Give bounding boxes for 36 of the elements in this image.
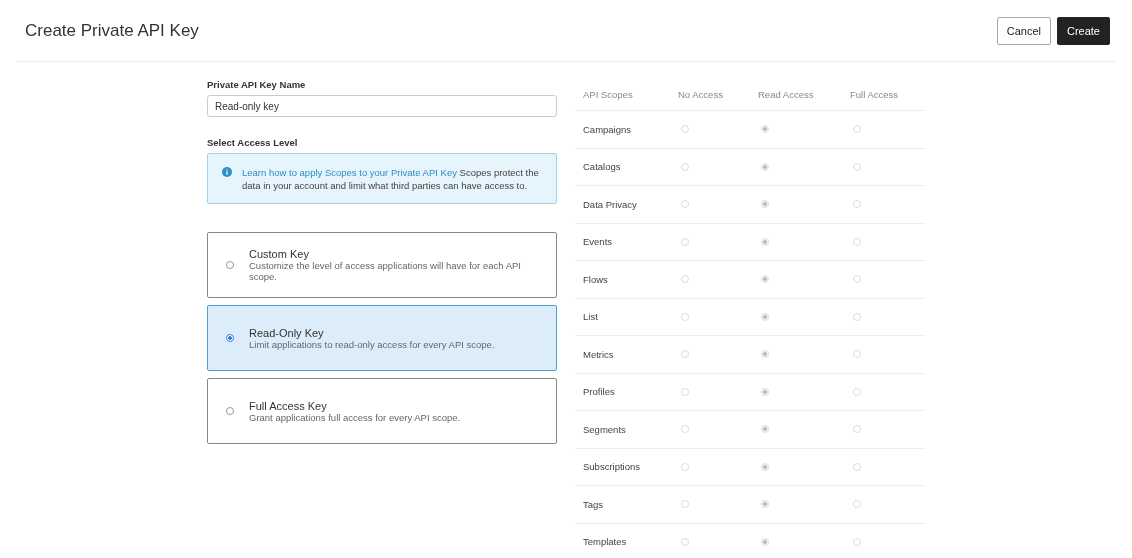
field-label: Private API Key Name — [207, 79, 307, 90]
radio-button[interactable] — [226, 407, 234, 415]
key-option-card[interactable]: Full Access Key Grant applications full access for every API scope. — [207, 378, 557, 444]
radio-button[interactable] — [226, 334, 234, 342]
scope-name: Metrics — [583, 348, 615, 360]
scope-name: Data Privacy — [583, 198, 638, 210]
scope-name: Subscriptions — [583, 461, 642, 473]
column-header: API Scopes — [583, 89, 634, 100]
scope-name: List — [583, 311, 599, 323]
cancel-button[interactable]: Cancel — [996, 16, 1051, 45]
option-description: Grant applications full access for every API scope. — [249, 411, 461, 423]
input-field[interactable]: Read-only key — [207, 95, 557, 117]
scope-name: Templates — [583, 536, 628, 548]
column-header: Full Access — [850, 89, 900, 100]
info-icon — [222, 167, 232, 177]
column-header: Read Access — [758, 89, 815, 100]
scope-name: Segments — [583, 423, 627, 435]
scope-name: Campaigns — [583, 123, 633, 135]
info-text: Learn how to apply Scopes to your Private API Key Scopes protect the data in your account and limit what third parties can have access to. — [242, 166, 540, 192]
scope-name: Events — [583, 236, 614, 248]
radio-button[interactable] — [226, 261, 234, 269]
scope-name: Profiles — [583, 386, 616, 398]
option-description: Customize the level of access applications will have for each API scope. — [249, 260, 522, 282]
option-title: Full Access Key — [249, 399, 328, 412]
scope-name: Tags — [583, 498, 605, 510]
option-title: Custom Key — [249, 248, 310, 260]
key-option-card[interactable]: Custom Key Customize the level of access applications will have for each API scope. — [207, 232, 557, 298]
section-label: Select Access Level — [207, 137, 299, 148]
option-description: Limit applications to read-only access for every API scope. — [249, 338, 495, 350]
create-button[interactable]: Create — [1056, 16, 1110, 45]
page-title: Create Private API Key — [25, 20, 199, 41]
column-header: No Access — [678, 89, 724, 100]
scope-name: Catalogs — [583, 161, 622, 173]
key-option-card[interactable]: Read-Only Key Limit applications to read-only access for every API scope. — [207, 305, 557, 371]
option-title: Read-Only Key — [249, 326, 325, 339]
scope-name: Flows — [583, 273, 609, 285]
